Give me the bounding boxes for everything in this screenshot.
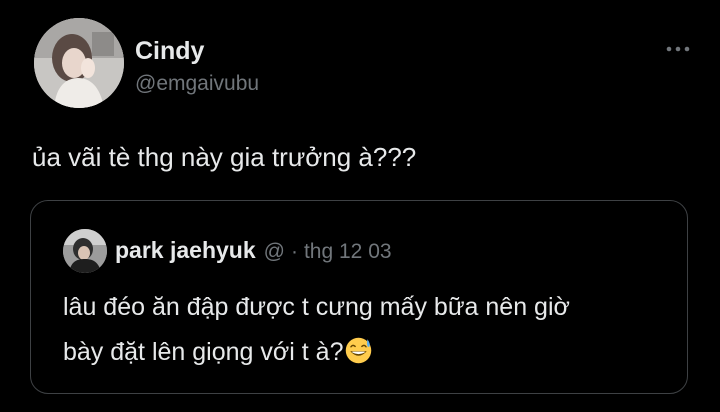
tweet-text: ủa vãi tè thg này gia trưởng à??? <box>32 142 417 172</box>
grinning-face-with-sweat-emoji-icon <box>346 337 372 364</box>
author-handle[interactable]: @emgaivubu <box>135 71 259 97</box>
quoted-text-line-1: lâu đéo ăn đập được t cưng mấy bữa nên g… <box>63 293 570 321</box>
quoted-tweet-card[interactable]: park jaehyuk @ · thg 12 03 lâu đéo ăn đậ… <box>30 200 688 394</box>
quoted-tweet-date[interactable]: thg 12 03 <box>304 240 392 264</box>
quoted-tweet-header: park jaehyuk @ · thg 12 03 <box>115 237 392 267</box>
author-avatar-image <box>34 18 124 108</box>
quoted-author-handle[interactable]: @ <box>264 240 285 264</box>
quoted-tweet-text: lâu đéo ăn đập được t cưng mấy bữa nên g… <box>63 285 673 375</box>
quoted-author-display-name[interactable]: park jaehyuk <box>115 237 256 264</box>
quoted-text-line-2-text: bày đặt lên giọng với t à? <box>63 338 344 366</box>
quoted-author-avatar[interactable] <box>63 229 107 273</box>
quoted-text-line-2: bày đặt lên giọng với t à? <box>63 330 673 375</box>
quoted-author-avatar-image <box>63 229 107 273</box>
header-separator: · <box>290 240 298 263</box>
more-horizontal-icon <box>666 46 690 52</box>
author-display-name[interactable]: Cindy <box>135 36 204 66</box>
author-avatar[interactable] <box>34 18 124 108</box>
more-options-button[interactable] <box>664 35 692 63</box>
